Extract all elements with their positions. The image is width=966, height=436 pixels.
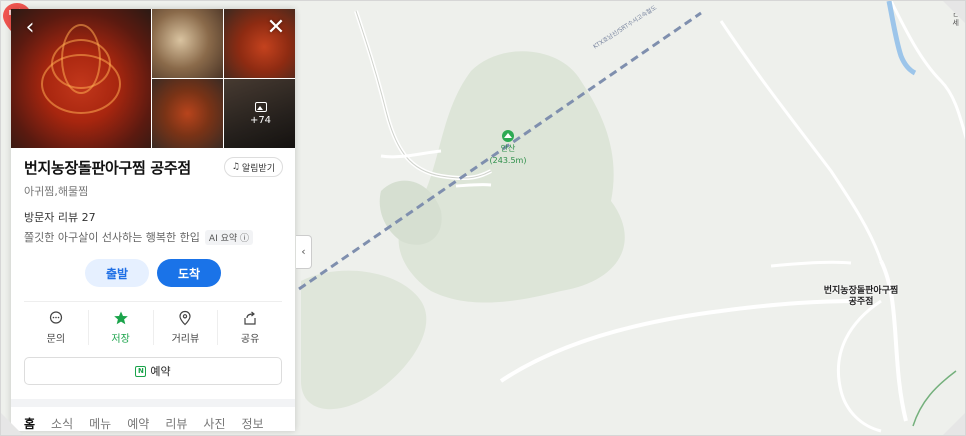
info-icon: ⓘ (240, 233, 250, 244)
mountain-peak[interactable]: 안산 (243.5m) (488, 130, 528, 166)
star-icon (113, 311, 128, 325)
photo-gallery[interactable]: +74 ‹ ✕ (11, 9, 295, 148)
inquiry-button[interactable]: 문의 (24, 310, 89, 345)
tab-reviews[interactable]: 리뷰 (165, 415, 187, 431)
place-detail-panel: +74 ‹ ✕ 번지농장돌판아구찜 공주점 ♫ 알림받기 아귀찜,해물찜 방문자… (11, 9, 295, 431)
place-category: 아귀찜,해물찜 (24, 185, 89, 198)
section-separator (11, 399, 295, 407)
booking-button[interactable]: N 예약 (24, 357, 282, 385)
action-label: 저장 (111, 334, 130, 345)
ai-summary-badge[interactable]: AI 요약 ⓘ (204, 229, 254, 245)
app-window: KTX호남선/SRT수서고속철도 안산 (243.5m) 번지농장돌판아구찜 공… (0, 0, 966, 436)
photo-thumbnail[interactable] (152, 79, 223, 148)
route-buttons: 출발 도착 (11, 259, 295, 287)
place-tabs: 홈 소식 메뉴 예약 리뷰 사진 정보 (11, 407, 295, 431)
bell-icon: ♫ (231, 162, 240, 172)
divider (24, 301, 282, 302)
marker-label: 번지농장돌판아구찜 공주점 (806, 286, 916, 308)
mountain-icon (502, 130, 514, 142)
save-button[interactable]: 저장 (89, 310, 154, 345)
depart-button[interactable]: 출발 (85, 259, 149, 287)
tab-home[interactable]: 홈 (24, 415, 35, 431)
peak-name: 안산 (500, 144, 516, 153)
share-icon (244, 311, 256, 325)
tab-photos[interactable]: 사진 (203, 415, 225, 431)
peak-elevation: (243.5m) (489, 156, 527, 165)
image-icon (254, 101, 267, 112)
alarm-button[interactable]: ♫ 알림받기 (223, 157, 283, 177)
share-button[interactable]: 공유 (218, 310, 282, 345)
photo-more-tile[interactable]: +74 (224, 79, 295, 148)
naver-booking-icon: N (135, 365, 147, 377)
action-label: 공유 (240, 334, 260, 345)
booking-label: 예약 (150, 365, 171, 378)
tab-info[interactable]: 정보 (242, 415, 264, 431)
place-info: 번지농장돌판아구찜 공주점 ♫ 알림받기 아귀찜,해물찜 방문자 리뷰 27 쫄… (11, 147, 295, 245)
arrive-button[interactable]: 도착 (157, 259, 221, 287)
review-summary: 쫄깃한 아구살이 선사하는 행복한 한입 AI 요약 ⓘ (24, 229, 282, 245)
corner-decoration (943, 413, 965, 435)
marker-name-line1: 번지농장돌판아구찜 (823, 286, 899, 296)
photo-more-count: +74 (249, 114, 272, 126)
corner-decoration (943, 1, 965, 23)
street-view-button[interactable]: 거리뷰 (154, 310, 219, 345)
tab-menu[interactable]: 메뉴 (89, 415, 111, 431)
action-bar: 문의 저장 거리뷰 공유 (11, 310, 295, 345)
tab-news[interactable]: 소식 (51, 415, 73, 431)
corner-decoration (1, 413, 23, 435)
marker-name-line2: 공주점 (848, 297, 874, 307)
collapse-panel-button[interactable]: ‹ (296, 235, 312, 269)
visitor-reviews-link[interactable]: 방문자 리뷰 27 (24, 209, 282, 225)
back-button[interactable]: ‹ (17, 17, 43, 39)
tab-booking[interactable]: 예약 (127, 415, 149, 431)
action-label: 문의 (46, 334, 66, 345)
summary-text: 쫄깃한 아구살이 선사하는 행복한 한입 (24, 231, 200, 244)
action-label: 거리뷰 (171, 334, 200, 345)
location-pin-icon (179, 310, 191, 326)
photo-thumbnail[interactable] (152, 9, 223, 78)
close-button[interactable]: ✕ (263, 17, 289, 39)
chat-icon (49, 311, 62, 324)
alarm-label: 알림받기 (241, 163, 275, 174)
